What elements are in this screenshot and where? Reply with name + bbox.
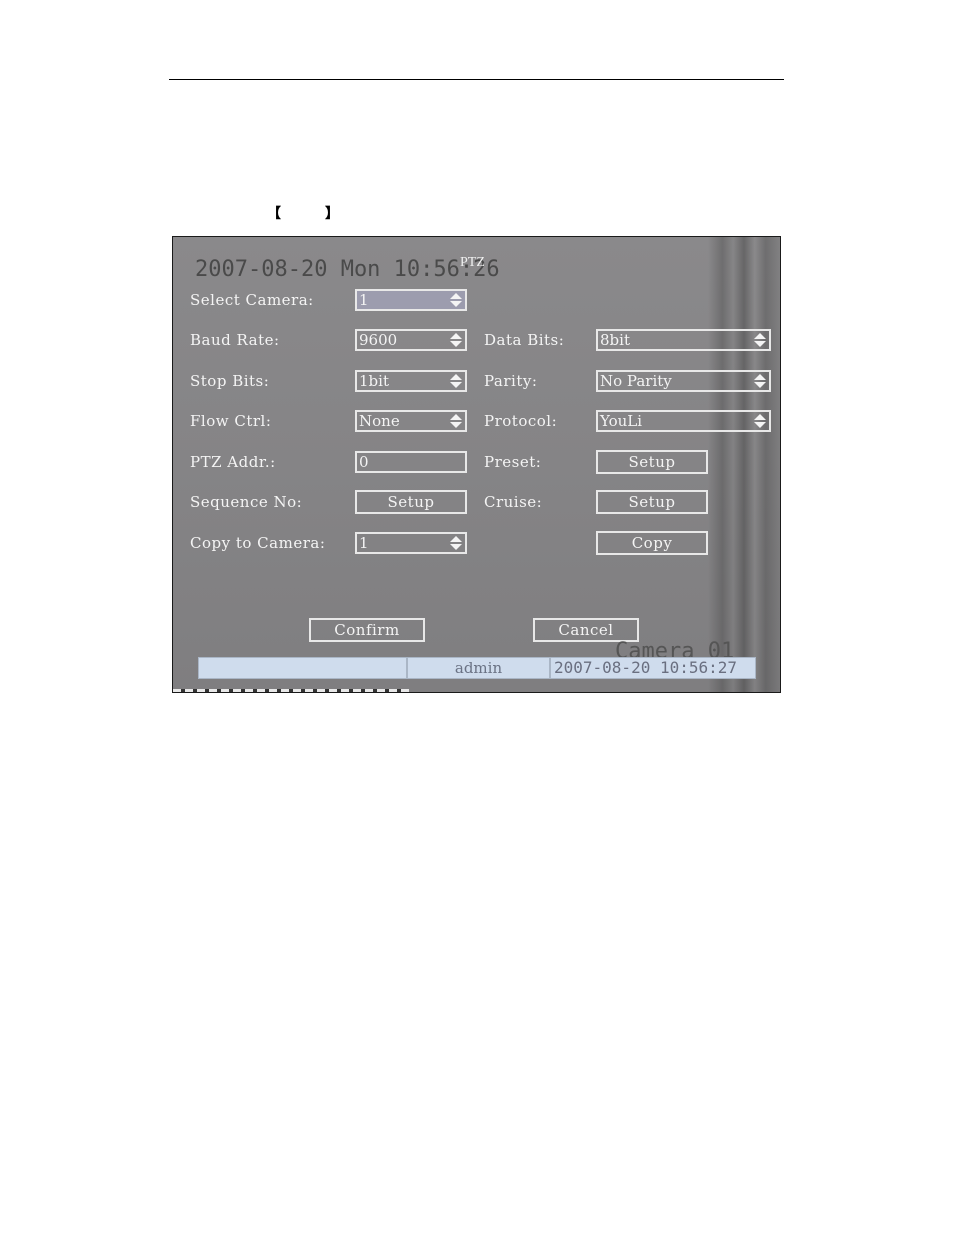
spinner-icon[interactable] — [450, 414, 462, 428]
flow-ctrl-select[interactable]: None — [355, 410, 467, 432]
spinner-icon[interactable] — [754, 374, 766, 388]
ptz-addr-value: 0 — [359, 453, 369, 471]
protocol-select[interactable]: YouLi — [596, 410, 771, 432]
bottom-strip — [173, 689, 409, 692]
parity-label: Parity: — [484, 372, 538, 390]
spinner-icon[interactable] — [450, 536, 462, 550]
stop-bits-select[interactable]: 1bit — [355, 370, 467, 392]
ptz-addr-label: PTZ Addr.: — [190, 453, 276, 471]
copy-to-camera-select[interactable]: 1 — [355, 532, 467, 554]
select-camera-value: 1 — [359, 291, 369, 309]
background-curtain — [708, 237, 780, 692]
stop-bits-label: Stop Bits: — [190, 372, 270, 390]
data-bits-value: 8bit — [600, 331, 630, 349]
data-bits-select[interactable]: 8bit — [596, 329, 771, 351]
osd-datetime: 2007-08-20 Mon 10:56:26 — [195, 257, 500, 282]
status-user: admin — [407, 657, 550, 679]
select-camera-select[interactable]: 1 — [355, 289, 467, 311]
baud-rate-label: Baud Rate: — [190, 331, 280, 349]
spinner-icon[interactable] — [754, 333, 766, 347]
preset-setup-button[interactable]: Setup — [596, 450, 708, 474]
copy-to-camera-label: Copy to Camera: — [190, 534, 326, 552]
stop-bits-value: 1bit — [359, 372, 389, 390]
spinner-icon[interactable] — [450, 333, 462, 347]
baud-rate-value: 9600 — [359, 331, 398, 349]
header-rule — [169, 79, 784, 80]
protocol-value: YouLi — [600, 412, 643, 430]
spinner-icon[interactable] — [754, 414, 766, 428]
flow-ctrl-label: Flow Ctrl: — [190, 412, 272, 430]
confirm-button[interactable]: Confirm — [309, 618, 425, 642]
cruise-setup-button[interactable]: Setup — [596, 490, 708, 514]
data-bits-label: Data Bits: — [484, 331, 565, 349]
copy-button[interactable]: Copy — [596, 531, 708, 555]
status-blank — [198, 657, 407, 679]
preset-label: Preset: — [484, 453, 542, 471]
spinner-icon[interactable] — [450, 374, 462, 388]
sequence-no-label: Sequence No: — [190, 493, 303, 511]
dialog-title: PTZ — [460, 255, 485, 270]
ptz-addr-input[interactable]: 0 — [355, 451, 467, 473]
parity-value: No Parity — [600, 372, 672, 390]
baud-rate-select[interactable]: 9600 — [355, 329, 467, 351]
copy-to-camera-value: 1 — [359, 534, 369, 552]
ptz-screenshot: 2007-08-20 Mon 10:56:26 PTZ Select Camer… — [172, 236, 781, 693]
bracket-right: 】 — [325, 207, 339, 222]
sequence-setup-button[interactable]: Setup — [355, 490, 467, 514]
bracket-left: 【 — [267, 207, 281, 222]
parity-select[interactable]: No Parity — [596, 370, 771, 392]
cruise-label: Cruise: — [484, 493, 543, 511]
select-camera-label: Select Camera: — [190, 291, 314, 309]
protocol-label: Protocol: — [484, 412, 558, 430]
flow-ctrl-value: None — [359, 412, 400, 430]
status-time: 2007-08-20 10:56:27 — [550, 657, 756, 679]
spinner-icon[interactable] — [450, 293, 462, 307]
